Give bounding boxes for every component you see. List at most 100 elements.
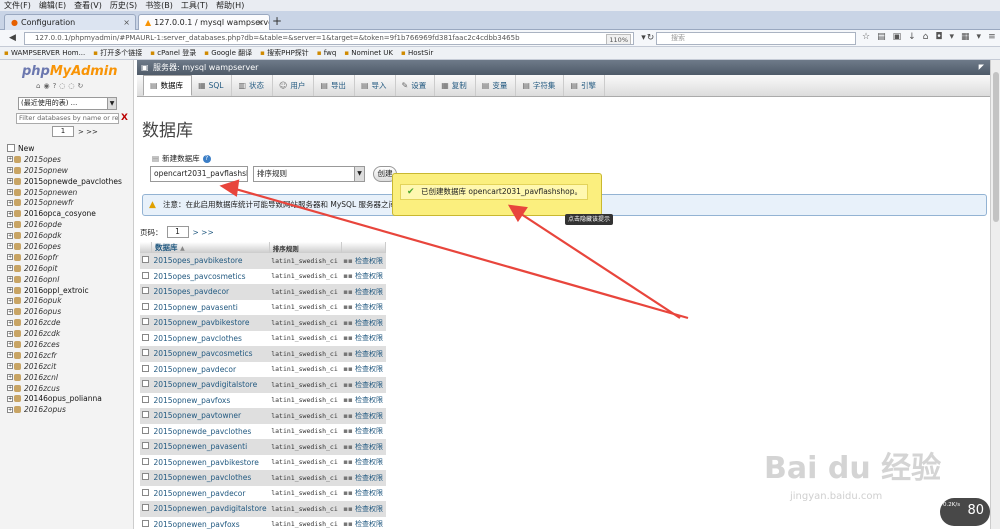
sidebar-database-item[interactable]: +2016opde: [7, 219, 133, 230]
row-checkbox[interactable]: [142, 271, 149, 279]
success-toast[interactable]: ✔ 已创建数据库 opencart2031_pavflashshop。: [392, 173, 602, 216]
expand-icon[interactable]: +: [7, 330, 13, 337]
database-name-link[interactable]: 2015opnewen_pavclothes: [151, 470, 270, 486]
filter-databases-input[interactable]: Filter databases by name or reg: [16, 113, 119, 124]
main-tab[interactable]: ▦ SQL: [192, 75, 233, 96]
page-next[interactable]: > >>: [193, 228, 214, 237]
sidebar-database-item[interactable]: +2016opes: [7, 241, 133, 252]
expand-icon[interactable]: +: [7, 341, 13, 348]
bookmark-item[interactable]: ▪ Google 翻译: [204, 48, 252, 58]
sidebar-icon[interactable]: ▦: [961, 32, 970, 42]
menu-item[interactable]: 工具(T): [181, 0, 208, 11]
sidebar-database-item[interactable]: +2016opca_cosyone: [7, 208, 133, 219]
expand-icon[interactable]: +: [7, 221, 13, 228]
expand-icon[interactable]: +: [7, 276, 13, 283]
database-name-link[interactable]: 2015opnew_pavfoxs: [151, 392, 270, 408]
collapse-icon[interactable]: ◤: [979, 60, 984, 75]
sidebar-database-item[interactable]: +2015opnewen: [7, 187, 133, 198]
sidebar-database-item[interactable]: +2016opus: [7, 306, 133, 317]
settings-icon[interactable]: ◌: [68, 82, 74, 90]
sidebar-database-item[interactable]: +2016zcfr: [7, 350, 133, 361]
row-checkbox[interactable]: [142, 318, 149, 326]
row-checkbox[interactable]: [142, 380, 149, 388]
check-privileges-link[interactable]: ▪▪ 检查权限: [341, 470, 386, 486]
expand-icon[interactable]: +: [7, 232, 13, 239]
expand-icon[interactable]: +: [7, 210, 13, 217]
sidebar-database-item[interactable]: +2016zcit: [7, 361, 133, 372]
row-checkbox[interactable]: [142, 287, 149, 295]
row-checkbox[interactable]: [142, 473, 149, 481]
check-privileges-link[interactable]: ▪▪ 检查权限: [341, 439, 386, 455]
expand-icon[interactable]: +: [7, 199, 13, 206]
expand-icon[interactable]: +: [7, 178, 13, 185]
bookmark-item[interactable]: ▪ cPanel 登录: [150, 48, 196, 58]
row-checkbox[interactable]: [142, 457, 149, 465]
check-privileges-link[interactable]: ▪▪ 检查权限: [341, 501, 386, 517]
main-tab[interactable]: ▥ 状态: [232, 75, 274, 96]
sidebar-database-item[interactable]: +2015opnewde_pavclothes: [7, 176, 133, 187]
sidebar-database-item[interactable]: +2016zcus: [7, 383, 133, 394]
recent-tables-select[interactable]: (最近使用的表) ... ▼: [18, 97, 117, 110]
database-name-link[interactable]: 2015opes_pavbikestore: [151, 253, 270, 269]
row-checkbox[interactable]: [142, 504, 149, 512]
database-name-link[interactable]: 2015opes_pavcosmetics: [151, 268, 270, 284]
back-icon[interactable]: ◀: [6, 32, 19, 45]
check-privileges-link[interactable]: ▪▪ 检查权限: [341, 361, 386, 377]
sidebar-database-item[interactable]: +20146opus_polianna: [7, 393, 133, 404]
menu-item[interactable]: 历史(S): [110, 0, 137, 11]
row-checkbox[interactable]: [142, 364, 149, 372]
database-name-link[interactable]: 2015opnewen_pavbikestore: [151, 454, 270, 470]
close-icon[interactable]: ×: [257, 18, 264, 27]
database-name-link[interactable]: 2015opes_pavdecor: [151, 284, 270, 300]
bookmark-item[interactable]: ▪ WAMPSERVER Hom...: [4, 49, 85, 57]
lock-icon[interactable]: ▣: [893, 32, 902, 42]
expand-icon[interactable]: +: [7, 156, 13, 163]
expand-icon[interactable]: +: [7, 167, 13, 174]
help-icon[interactable]: ?: [202, 154, 211, 163]
check-privileges-link[interactable]: ▪▪ 检查权限: [341, 454, 386, 470]
scrollbar-thumb[interactable]: [993, 72, 999, 222]
bookmark-item[interactable]: ▪ HostSir: [401, 49, 433, 57]
expand-icon[interactable]: +: [7, 319, 13, 326]
sidebar-database-item[interactable]: +2016opuk: [7, 295, 133, 306]
check-privileges-link[interactable]: ▪▪ 检查权限: [341, 253, 386, 269]
logout-icon[interactable]: ◉: [43, 82, 49, 90]
download-icon[interactable]: ↓: [908, 32, 916, 42]
bookmark-item[interactable]: ▪ fwq: [317, 49, 337, 57]
menu-item[interactable]: 查看(V): [74, 0, 102, 11]
expand-icon[interactable]: +: [7, 363, 13, 370]
row-checkbox[interactable]: [142, 442, 149, 450]
check-privileges-link[interactable]: ▪▪ 检查权限: [341, 392, 386, 408]
search-input[interactable]: 搜索: [656, 32, 856, 45]
expand-icon[interactable]: +: [7, 254, 13, 261]
check-privileges-link[interactable]: ▪▪ 检查权限: [341, 423, 386, 439]
bookmark-item[interactable]: ▪ Nominet UK: [344, 49, 393, 57]
overflow-icon[interactable]: ▾: [977, 32, 982, 42]
expand-icon[interactable]: +: [7, 287, 13, 294]
expand-icon[interactable]: +: [7, 406, 13, 413]
home-icon[interactable]: ⌂: [36, 82, 40, 90]
main-tab[interactable]: ✎ 设置: [396, 75, 436, 96]
menu-icon[interactable]: ≡: [988, 32, 996, 42]
database-name-link[interactable]: 2015opnew_pavasenti: [151, 299, 270, 315]
row-checkbox[interactable]: [142, 519, 149, 527]
row-checkbox[interactable]: [142, 488, 149, 496]
reload-icon[interactable]: ↻: [78, 82, 84, 90]
collation-select[interactable]: 排序规则 ▼: [253, 166, 365, 182]
row-checkbox[interactable]: [142, 333, 149, 341]
database-name-link[interactable]: 2015opnew_pavdecor: [151, 361, 270, 377]
row-checkbox[interactable]: [142, 411, 149, 419]
expand-icon[interactable]: +: [7, 374, 13, 381]
main-tab[interactable]: ☺ 用户: [273, 75, 315, 96]
bookmark-item[interactable]: ▪ 打开多个链接: [93, 48, 142, 58]
new-database-link[interactable]: New: [7, 143, 133, 154]
database-name-link[interactable]: 2015opnewde_pavclothes: [151, 423, 270, 439]
sidebar-database-item[interactable]: +2016zcde: [7, 317, 133, 328]
menu-item[interactable]: 文件(F): [4, 0, 31, 11]
row-checkbox[interactable]: [142, 395, 149, 403]
server-label[interactable]: 服务器: mysql wampserver: [153, 63, 258, 72]
sidebar-database-item[interactable]: +2015opnew: [7, 165, 133, 176]
new-database-input[interactable]: opencart2031_pavflashshop: [150, 166, 248, 182]
row-checkbox[interactable]: [142, 426, 149, 434]
help-icon[interactable]: ?: [53, 82, 57, 90]
